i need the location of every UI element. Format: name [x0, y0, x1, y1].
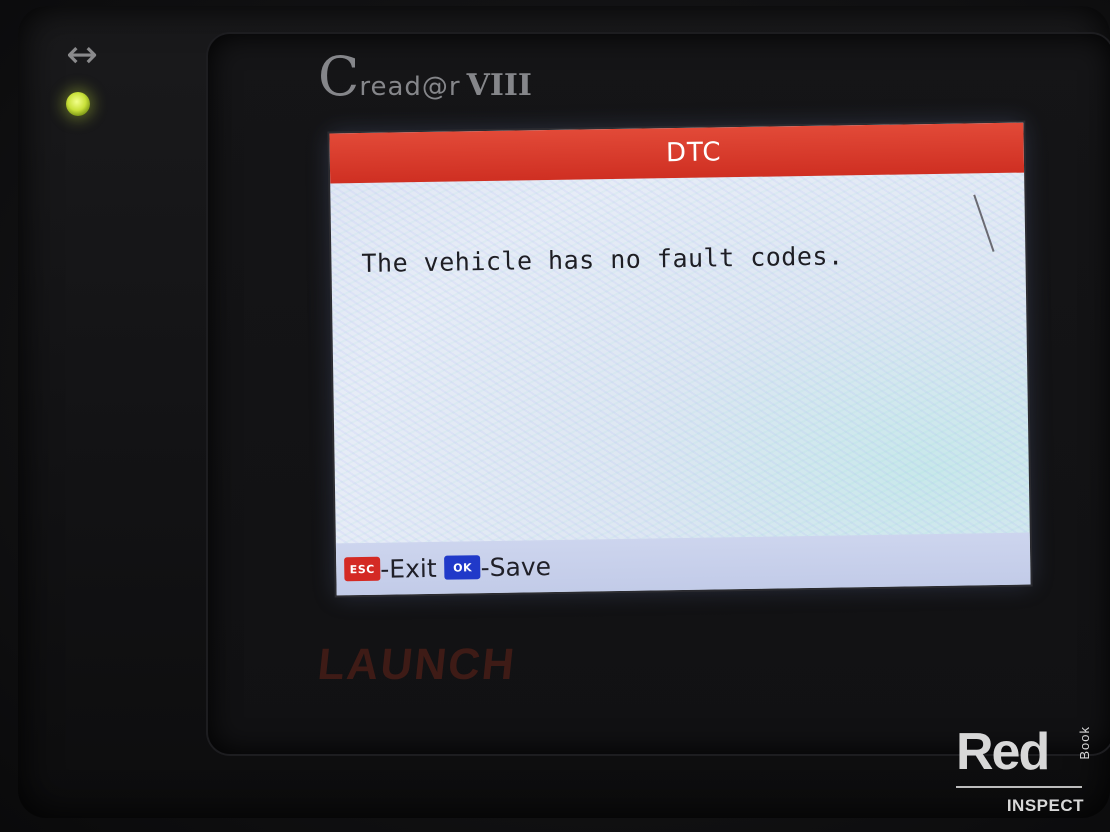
save-label: -Save: [480, 551, 552, 582]
watermark-red: Red: [956, 723, 1050, 781]
logo-word: read@r: [359, 72, 461, 102]
watermark-book: Book: [1077, 726, 1092, 760]
watermark-inspect: INSPECT: [1006, 796, 1084, 815]
creader-logo: C read@r VIII: [318, 50, 532, 110]
logo-model: VIII: [466, 68, 532, 103]
launch-logo: LAUNCH: [315, 640, 519, 689]
redbook-watermark: Red Book INSPECT: [956, 722, 1096, 826]
esc-key-icon[interactable]: ESC: [344, 556, 381, 582]
scroll-indicator: [973, 194, 995, 252]
lcd-screen: DTC The vehicle has no fault codes. ESC …: [329, 122, 1031, 596]
screen-title: DTC: [665, 137, 722, 169]
logo-c-letter: C: [318, 45, 360, 108]
screen-footer: ESC -Exit OK -Save: [335, 532, 1031, 596]
watermark-divider: [956, 786, 1082, 788]
exit-label: -Exit: [380, 553, 437, 584]
status-led-icon: [66, 92, 90, 116]
fault-status-message: The vehicle has no fault codes.: [361, 241, 844, 278]
ok-key-icon[interactable]: OK: [444, 555, 481, 580]
photo-scene: ↔ C read@r VIII LAUNCH DTC The vehicle h…: [0, 0, 1110, 832]
screen-title-bar: DTC: [329, 122, 1025, 184]
connection-arrows-icon: ↔: [66, 32, 98, 76]
